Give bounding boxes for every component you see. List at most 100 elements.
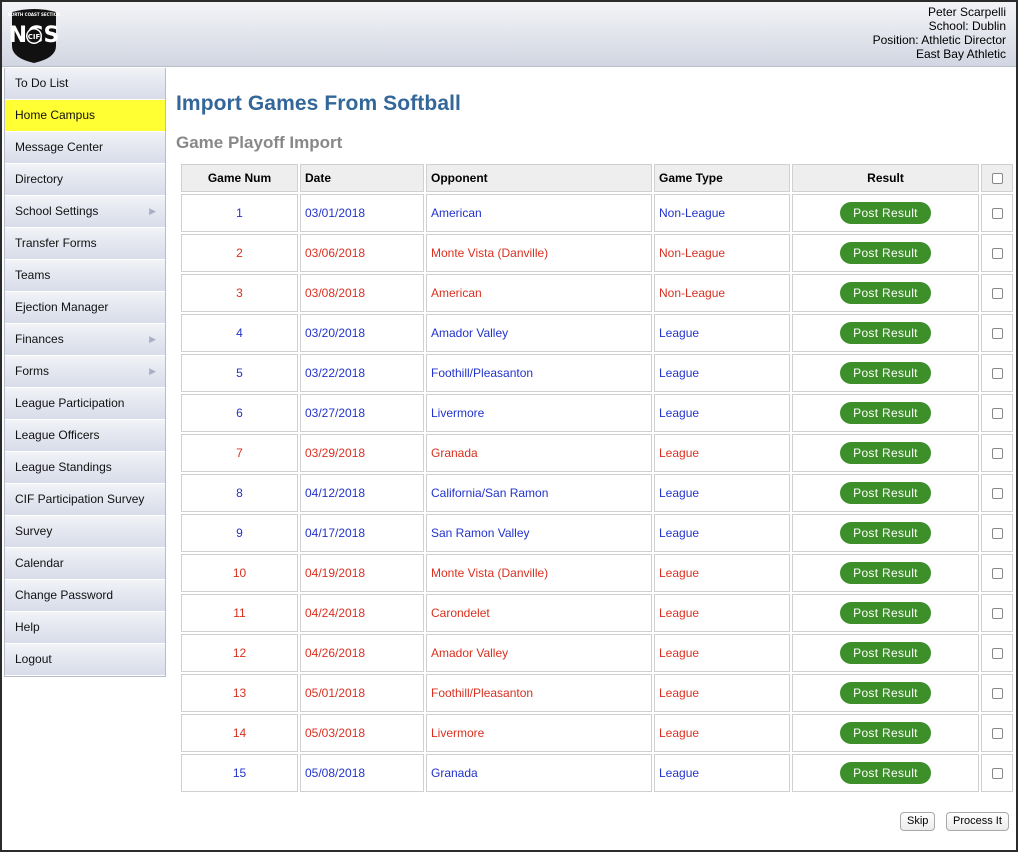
sidebar-item-message-center[interactable]: Message Center xyxy=(5,132,165,164)
game-type-cell: League xyxy=(654,554,790,592)
sidebar-item-home-campus[interactable]: Home Campus xyxy=(5,100,165,132)
game-type-cell: League xyxy=(654,354,790,392)
sidebar-item-survey[interactable]: Survey xyxy=(5,516,165,548)
row-checkbox[interactable] xyxy=(991,328,1003,340)
date-cell: 03/08/2018 xyxy=(300,274,424,312)
row-checkbox[interactable] xyxy=(991,528,1003,540)
row-checkbox[interactable] xyxy=(991,248,1003,260)
opponent-cell: American xyxy=(426,194,652,232)
row-checkbox[interactable] xyxy=(991,768,1003,780)
sidebar-item-ejection-manager[interactable]: Ejection Manager xyxy=(5,292,165,324)
sidebar-item-forms[interactable]: Forms ▶ xyxy=(5,356,165,388)
post-result-button[interactable]: Post Result xyxy=(840,682,931,704)
process-it-button[interactable]: Process It xyxy=(946,812,1009,831)
row-checkbox-cell xyxy=(981,234,1013,272)
game-num-cell: 9 xyxy=(181,514,298,552)
sidebar-item-label: Survey xyxy=(15,524,53,538)
row-checkbox[interactable] xyxy=(991,568,1003,580)
game-num-cell: 3 xyxy=(181,274,298,312)
row-checkbox[interactable] xyxy=(991,288,1003,300)
select-all-checkbox[interactable] xyxy=(991,173,1003,185)
post-result-button[interactable]: Post Result xyxy=(840,242,931,264)
sidebar-item-label: To Do List xyxy=(15,76,69,90)
sidebar-item-teams[interactable]: Teams xyxy=(5,260,165,292)
row-checkbox[interactable] xyxy=(991,208,1003,220)
row-checkbox-cell xyxy=(981,354,1013,392)
row-checkbox-cell xyxy=(981,514,1013,552)
skip-button[interactable]: Skip xyxy=(900,812,936,831)
opponent-cell: Foothill/Pleasanton xyxy=(426,674,652,712)
post-result-button[interactable]: Post Result xyxy=(840,202,931,224)
opponent-cell: Livermore xyxy=(426,714,652,752)
sidebar-item-school-settings[interactable]: School Settings ▶ xyxy=(5,196,165,228)
date-cell: 03/27/2018 xyxy=(300,394,424,432)
result-cell: Post Result xyxy=(792,434,979,472)
sidebar-item-directory[interactable]: Directory xyxy=(5,164,165,196)
result-cell: Post Result xyxy=(792,194,979,232)
post-result-button[interactable]: Post Result xyxy=(840,482,931,504)
game-type-cell: League xyxy=(654,634,790,672)
sidebar-item-league-standings[interactable]: League Standings xyxy=(5,452,165,484)
post-result-button[interactable]: Post Result xyxy=(840,762,931,784)
game-num-cell: 2 xyxy=(181,234,298,272)
result-cell: Post Result xyxy=(792,634,979,672)
post-result-button[interactable]: Post Result xyxy=(840,642,931,664)
row-checkbox[interactable] xyxy=(991,488,1003,500)
row-checkbox[interactable] xyxy=(991,728,1003,740)
opponent-cell: San Ramon Valley xyxy=(426,514,652,552)
post-result-button[interactable]: Post Result xyxy=(840,562,931,584)
sidebar-item-calendar[interactable]: Calendar xyxy=(5,548,165,580)
user-info: Peter Scarpelli School: Dublin Position:… xyxy=(873,5,1006,61)
result-cell: Post Result xyxy=(792,514,979,552)
row-checkbox[interactable] xyxy=(991,688,1003,700)
post-result-button[interactable]: Post Result xyxy=(840,322,931,344)
row-checkbox[interactable] xyxy=(991,408,1003,420)
sidebar-item-cif-participation-survey[interactable]: CIF Participation Survey xyxy=(5,484,165,516)
game-num-cell: 4 xyxy=(181,314,298,352)
date-cell: 04/12/2018 xyxy=(300,474,424,512)
page-title: Import Games From Softball xyxy=(176,92,461,115)
sidebar-item-transfer-forms[interactable]: Transfer Forms xyxy=(5,228,165,260)
row-checkbox-cell xyxy=(981,314,1013,352)
row-checkbox[interactable] xyxy=(991,648,1003,660)
opponent-cell: Granada xyxy=(426,754,652,792)
opponent-cell: Foothill/Pleasanton xyxy=(426,354,652,392)
sidebar-item-change-password[interactable]: Change Password xyxy=(5,580,165,612)
date-cell: 05/08/2018 xyxy=(300,754,424,792)
user-name: Peter Scarpelli xyxy=(927,5,1006,19)
post-result-button[interactable]: Post Result xyxy=(840,602,931,624)
game-num-cell: 11 xyxy=(181,594,298,632)
result-cell: Post Result xyxy=(792,394,979,432)
row-checkbox[interactable] xyxy=(991,608,1003,620)
opponent-cell: Monte Vista (Danville) xyxy=(426,554,652,592)
opponent-cell: Amador Valley xyxy=(426,314,652,352)
post-result-button[interactable]: Post Result xyxy=(840,722,931,744)
result-cell: Post Result xyxy=(792,274,979,312)
game-type-cell: League xyxy=(654,434,790,472)
user-league: East Bay Athletic xyxy=(915,47,1006,61)
section-title: Game Playoff Import xyxy=(176,133,343,152)
row-checkbox[interactable] xyxy=(991,368,1003,380)
game-num-cell: 12 xyxy=(181,634,298,672)
table-row: 8 04/12/2018 California/San Ramon League Pos… xyxy=(181,474,1013,512)
opponent-cell: Monte Vista (Danville) xyxy=(426,234,652,272)
sidebar-item-finances[interactable]: Finances ▶ xyxy=(5,324,165,356)
row-checkbox[interactable] xyxy=(991,448,1003,460)
game-num-cell: 6 xyxy=(181,394,298,432)
sidebar-item-logout[interactable]: Logout xyxy=(5,644,165,676)
row-checkbox-cell xyxy=(981,594,1013,632)
sidebar-item-help[interactable]: Help xyxy=(5,612,165,644)
sidebar-item-league-officers[interactable]: League Officers xyxy=(5,420,165,452)
post-result-button[interactable]: Post Result xyxy=(840,362,931,384)
post-result-button[interactable]: Post Result xyxy=(840,522,931,544)
table-row: 14 05/03/2018 Livermore League Post Result xyxy=(181,714,1013,752)
sidebar-item-to-do-list[interactable]: To Do List xyxy=(5,68,165,100)
table-row: 5 03/22/2018 Foothill/Pleasanton League Post… xyxy=(181,354,1013,392)
post-result-button[interactable]: Post Result xyxy=(840,442,931,464)
post-result-button[interactable]: Post Result xyxy=(840,402,931,424)
result-cell: Post Result xyxy=(792,754,979,792)
row-checkbox-cell xyxy=(981,554,1013,592)
sidebar-item-label: League Standings xyxy=(15,460,112,474)
sidebar-item-league-participation[interactable]: League Participation xyxy=(5,388,165,420)
post-result-button[interactable]: Post Result xyxy=(840,282,931,304)
